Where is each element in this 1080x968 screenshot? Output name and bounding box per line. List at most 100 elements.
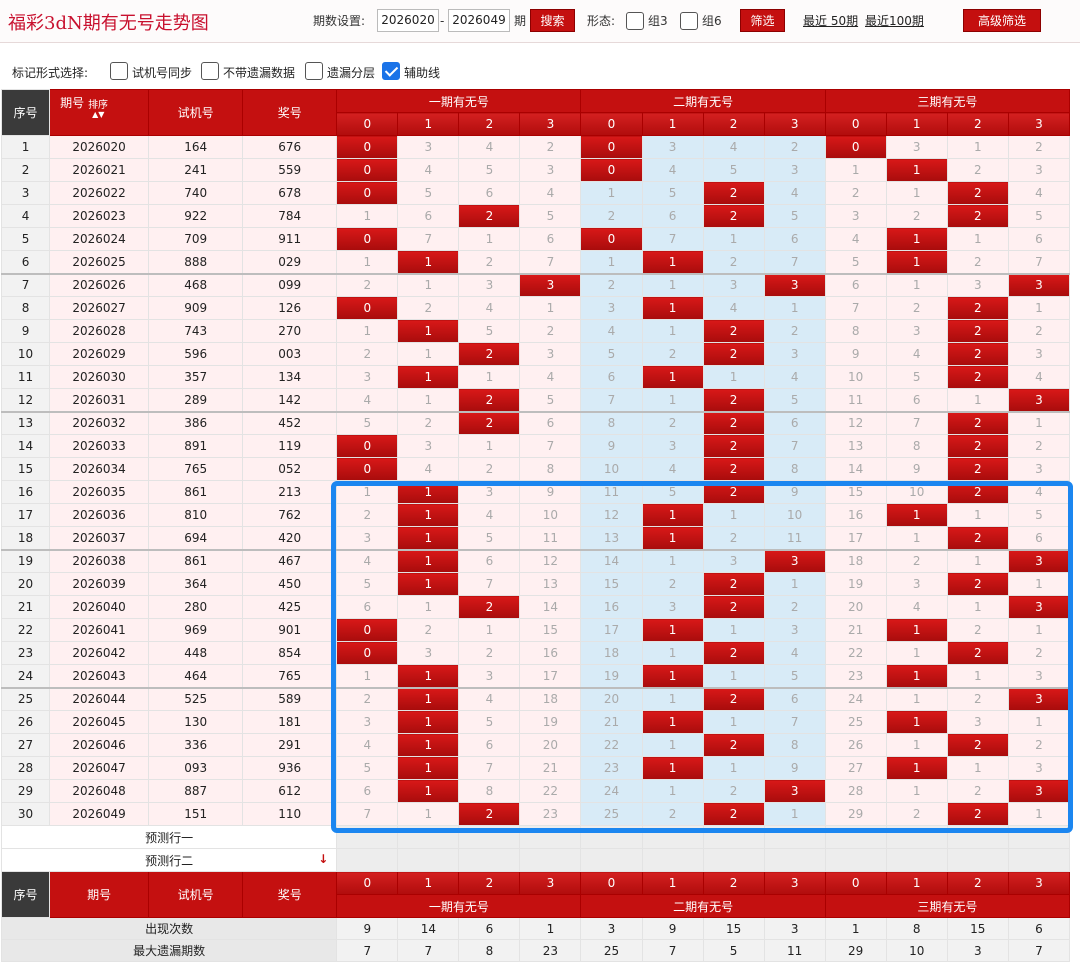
predict-cell[interactable] xyxy=(580,848,643,872)
omission-cell: 25 xyxy=(824,710,887,734)
seq-cell: 23 xyxy=(0,641,51,665)
trial-cell: 336 xyxy=(148,733,244,757)
table-row: 25 2026044 525 589 2 1 4 18 20 1 2 6 24 1 2 3 xyxy=(0,686,1071,711)
recent-100-link[interactable]: 最近100期 xyxy=(865,12,924,29)
trial-cell: 464 xyxy=(148,664,244,688)
predict-cell[interactable] xyxy=(397,825,460,849)
prize-cell: 452 xyxy=(242,410,338,435)
predict-cell[interactable] xyxy=(458,825,521,849)
predict-cell[interactable] xyxy=(641,825,704,849)
prize-cell: 003 xyxy=(242,342,338,366)
hit-cell: 2 xyxy=(702,434,765,458)
omission-cell: 3 xyxy=(885,572,948,596)
predict-cell[interactable] xyxy=(946,825,1009,849)
omission-cell: 21 xyxy=(580,710,643,734)
predict-row[interactable]: 预测行一 xyxy=(0,825,1071,849)
hit-cell: 2 xyxy=(702,802,765,826)
predict-cell[interactable] xyxy=(336,825,399,849)
hit-cell: 0 xyxy=(336,457,399,481)
omission-cell: 3 xyxy=(336,710,399,734)
omission-cell: 5 xyxy=(763,204,826,228)
predict-cell[interactable] xyxy=(580,825,643,849)
table-row: 16 2026035 861 213 1 1 3 9 11 5 2 9 15 10 2 4 xyxy=(0,480,1071,504)
seq-cell: 29 xyxy=(0,779,51,803)
omission-cell: 8 xyxy=(519,457,582,481)
omission-cell: 10 xyxy=(519,503,582,527)
predict-cell[interactable] xyxy=(885,825,948,849)
predict-cell[interactable] xyxy=(824,848,887,872)
omission-cell: 6 xyxy=(458,181,521,205)
recent-50-link[interactable]: 最近 50期 xyxy=(803,12,858,29)
omission-cell: 2 xyxy=(641,342,704,366)
omission-cell: 4 xyxy=(580,319,643,343)
predict-cell[interactable] xyxy=(519,825,582,849)
omission-cell: 2 xyxy=(336,272,399,297)
omission-cell: 1 xyxy=(336,664,399,688)
col-header-period[interactable]: 期号 排序 ▲▼ xyxy=(49,89,150,136)
table-row: 5 2026024 709 911 0 7 1 6 0 7 1 6 4 1 1 6 xyxy=(0,227,1071,251)
omission-cell: 1 xyxy=(702,618,765,642)
start-period-input[interactable]: 2026020 xyxy=(377,9,439,32)
predict-cell[interactable] xyxy=(458,848,521,872)
predict-cell[interactable] xyxy=(1007,825,1071,849)
predict-cell[interactable] xyxy=(885,848,948,872)
hit-cell: 1 xyxy=(885,710,948,734)
predict-cell[interactable] xyxy=(336,848,399,872)
trial-cell: 151 xyxy=(148,802,244,826)
predict-cell[interactable] xyxy=(824,825,887,849)
group6-checkbox[interactable] xyxy=(680,12,698,30)
omission-cell: 4 xyxy=(641,457,704,481)
trial-cell: 891 xyxy=(148,434,244,458)
predict-cell[interactable] xyxy=(1007,848,1071,872)
omission-cell: 3 xyxy=(946,272,1009,297)
no-omission-checkbox[interactable] xyxy=(201,62,219,80)
stats-value: 7 xyxy=(397,939,460,962)
omission-cell: 3 xyxy=(458,664,521,688)
seq-cell: 2 xyxy=(0,158,51,182)
trial-sync-checkbox[interactable] xyxy=(110,62,128,80)
predict-cell[interactable] xyxy=(397,848,460,872)
predict-cell[interactable] xyxy=(763,848,826,872)
predict-cell[interactable] xyxy=(946,848,1009,872)
advanced-filter-button[interactable]: 高级筛选 xyxy=(963,9,1041,32)
omission-cell: 4 xyxy=(824,227,887,251)
aux-line-checkbox[interactable] xyxy=(382,62,400,80)
filter-button[interactable]: 筛选 xyxy=(740,9,785,32)
omission-cell: 1 xyxy=(336,204,399,228)
period-cell: 2026044 xyxy=(49,686,150,711)
end-period-input[interactable]: 2026049 xyxy=(448,9,510,32)
arrow-down-icon[interactable]: ↓ xyxy=(318,852,328,866)
hit-cell: 3 xyxy=(1007,686,1071,711)
omission-cell: 13 xyxy=(519,572,582,596)
omission-cell: 6 xyxy=(519,227,582,251)
predict-cell[interactable] xyxy=(702,848,765,872)
trial-cell: 164 xyxy=(148,135,244,159)
prize-cell: 676 xyxy=(242,135,338,159)
omission-cell: 2 xyxy=(397,296,460,320)
sort-arrows-icon[interactable]: ▲▼ xyxy=(92,110,104,119)
group3-checkbox[interactable] xyxy=(626,12,644,30)
predict-row[interactable]: 预测行二 ↓ xyxy=(0,848,1071,872)
footer-digit-header: 0 xyxy=(824,871,887,895)
digit-header: 3 xyxy=(1007,112,1071,136)
omission-layer-checkbox[interactable] xyxy=(305,62,323,80)
table-row: 23 2026042 448 854 0 3 2 16 18 1 2 4 22 1 2 2 xyxy=(0,641,1071,665)
predict-cell[interactable] xyxy=(702,825,765,849)
seq-cell: 26 xyxy=(0,710,51,734)
omission-cell: 2 xyxy=(458,641,521,665)
hit-cell: 2 xyxy=(702,480,765,504)
sort-label[interactable]: 排序 xyxy=(88,96,108,111)
hit-cell: 1 xyxy=(397,548,460,573)
omission-cell: 1 xyxy=(946,388,1009,412)
predict-cell[interactable] xyxy=(641,848,704,872)
predict-cell[interactable] xyxy=(519,848,582,872)
omission-cell: 2 xyxy=(885,204,948,228)
omission-cell: 3 xyxy=(1007,756,1071,780)
predict-cell[interactable] xyxy=(763,825,826,849)
no-omission-label: 不带遗漏数据 xyxy=(223,66,296,80)
omission-cell: 1 xyxy=(763,296,826,320)
omission-cell: 3 xyxy=(519,342,582,366)
omission-cell: 1 xyxy=(397,595,460,619)
omission-cell: 4 xyxy=(458,503,521,527)
search-button[interactable]: 搜索 xyxy=(530,9,575,32)
